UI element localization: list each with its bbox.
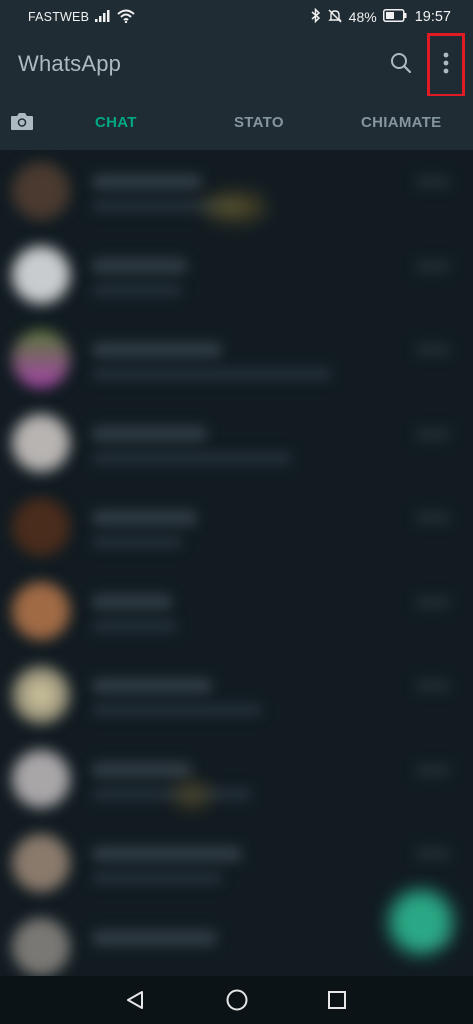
signal-icon bbox=[95, 9, 111, 25]
camera-icon bbox=[10, 111, 34, 136]
chat-row[interactable] bbox=[0, 654, 473, 738]
battery-icon bbox=[382, 9, 407, 25]
chat-name bbox=[92, 594, 172, 610]
chat-name bbox=[92, 930, 217, 946]
chat-list[interactable] bbox=[0, 150, 473, 976]
avatar bbox=[12, 918, 70, 976]
tab-camera[interactable] bbox=[8, 110, 36, 136]
chat-time bbox=[415, 260, 451, 272]
app-title: WhatsApp bbox=[18, 51, 122, 76]
chat-row[interactable] bbox=[0, 234, 473, 318]
chat-name bbox=[92, 762, 192, 778]
battery-percent: 48% bbox=[348, 9, 377, 25]
status-bar: FASTWEB 48% 19:57 bbox=[0, 0, 473, 34]
bluetooth-icon bbox=[311, 7, 321, 26]
blurred-emoji bbox=[205, 194, 265, 220]
app-bar: WhatsApp bbox=[0, 33, 473, 97]
chat-preview bbox=[92, 536, 182, 548]
avatar bbox=[12, 414, 70, 472]
system-nav-bar bbox=[0, 976, 473, 1024]
chat-name bbox=[92, 342, 222, 358]
chat-time bbox=[415, 428, 451, 440]
back-icon[interactable] bbox=[124, 989, 146, 1016]
blurred-emoji bbox=[175, 782, 209, 808]
recent-apps-icon[interactable] bbox=[326, 989, 348, 1016]
chat-name bbox=[92, 426, 207, 442]
chat-time bbox=[415, 680, 451, 692]
new-chat-fab[interactable] bbox=[389, 890, 453, 954]
chat-row[interactable] bbox=[0, 486, 473, 570]
chat-row[interactable] bbox=[0, 150, 473, 234]
chat-preview bbox=[92, 704, 262, 716]
search-button[interactable] bbox=[386, 50, 416, 80]
whatsapp-screen: FASTWEB 48% 19:57 WhatsApp CHAT STATO CH… bbox=[0, 0, 473, 1024]
chat-time bbox=[415, 848, 451, 860]
chat-time bbox=[415, 764, 451, 776]
avatar bbox=[12, 834, 70, 892]
chat-row[interactable] bbox=[0, 738, 473, 822]
home-icon[interactable] bbox=[225, 988, 249, 1017]
avatar bbox=[12, 246, 70, 304]
search-icon bbox=[389, 51, 413, 80]
avatar bbox=[12, 582, 70, 640]
avatar bbox=[12, 498, 70, 556]
chat-name bbox=[92, 258, 187, 274]
tab-bar: CHAT STATO CHIAMATE bbox=[0, 96, 473, 150]
chat-preview bbox=[92, 788, 252, 800]
avatar bbox=[12, 750, 70, 808]
tab-stato[interactable]: STATO bbox=[234, 114, 284, 131]
chat-time bbox=[415, 596, 451, 608]
avatar bbox=[12, 330, 70, 388]
chat-name bbox=[92, 846, 242, 862]
more-options-button[interactable] bbox=[427, 33, 465, 97]
chat-row[interactable] bbox=[0, 402, 473, 486]
carrier-name: FASTWEB bbox=[28, 10, 90, 24]
tab-chat[interactable]: CHAT bbox=[95, 114, 137, 131]
chat-preview bbox=[92, 620, 177, 632]
chat-preview bbox=[92, 368, 332, 380]
chat-preview bbox=[92, 452, 292, 464]
mute-icon bbox=[327, 8, 343, 27]
chat-time bbox=[415, 344, 451, 356]
avatar bbox=[12, 162, 70, 220]
chat-time bbox=[415, 512, 451, 524]
wifi-icon bbox=[117, 9, 135, 26]
chat-name bbox=[92, 678, 212, 694]
chat-row[interactable] bbox=[0, 570, 473, 654]
chat-preview bbox=[92, 872, 222, 884]
chat-row[interactable] bbox=[0, 318, 473, 402]
chat-preview bbox=[92, 284, 182, 296]
chat-row[interactable] bbox=[0, 822, 473, 906]
avatar bbox=[12, 666, 70, 724]
chat-name bbox=[92, 510, 197, 526]
more-vertical-icon bbox=[443, 52, 449, 79]
chat-name bbox=[92, 174, 202, 190]
clock: 19:57 bbox=[414, 9, 451, 25]
tab-chiamate[interactable]: CHIAMATE bbox=[361, 114, 441, 131]
chat-time bbox=[415, 176, 451, 188]
